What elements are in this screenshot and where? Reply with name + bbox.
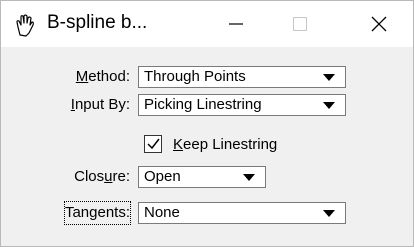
close-button[interactable]	[351, 1, 407, 47]
input-by-dropdown[interactable]: Picking Linestring	[138, 94, 346, 116]
dialog-body: Method: Through Points Input By: Picking…	[1, 47, 413, 246]
window-title: B-spline b...	[47, 12, 148, 33]
checkmark-icon	[147, 138, 160, 150]
tangents-value: None	[144, 204, 180, 221]
closure-value: Open	[144, 168, 181, 185]
dialog-window: B-spline b... Method: Through Points Inp…	[0, 0, 414, 247]
chevron-down-icon	[323, 102, 335, 109]
maximize-icon	[293, 17, 307, 31]
minimize-icon	[229, 23, 243, 25]
keep-linestring-checkbox[interactable]	[144, 135, 162, 153]
close-icon	[371, 16, 387, 32]
chevron-down-icon	[323, 210, 335, 217]
tangents-label: Tangents:	[63, 201, 132, 225]
chevron-down-icon	[323, 74, 335, 81]
tangents-row: Tangents: None	[1, 201, 413, 225]
title-bar[interactable]: B-spline b...	[1, 1, 413, 47]
method-value: Through Points	[144, 68, 246, 85]
method-dropdown[interactable]: Through Points	[138, 66, 346, 88]
closure-label: Closure:	[74, 168, 130, 185]
input-by-value: Picking Linestring	[144, 96, 262, 113]
method-row: Method: Through Points	[1, 66, 413, 88]
hand-icon	[14, 13, 36, 37]
chevron-down-icon	[243, 174, 255, 181]
closure-dropdown[interactable]: Open	[138, 166, 266, 188]
maximize-button	[272, 1, 328, 47]
tangents-dropdown[interactable]: None	[138, 202, 346, 224]
input-by-row: Input By: Picking Linestring	[1, 94, 413, 116]
input-by-label: Input By:	[70, 96, 130, 113]
minimize-button[interactable]	[208, 1, 264, 47]
closure-row: Closure: Open	[1, 166, 413, 188]
keep-linestring-row[interactable]: Keep Linestring	[1, 134, 413, 156]
method-label: Method:	[75, 68, 130, 85]
keep-linestring-label: Keep Linestring	[173, 136, 278, 153]
